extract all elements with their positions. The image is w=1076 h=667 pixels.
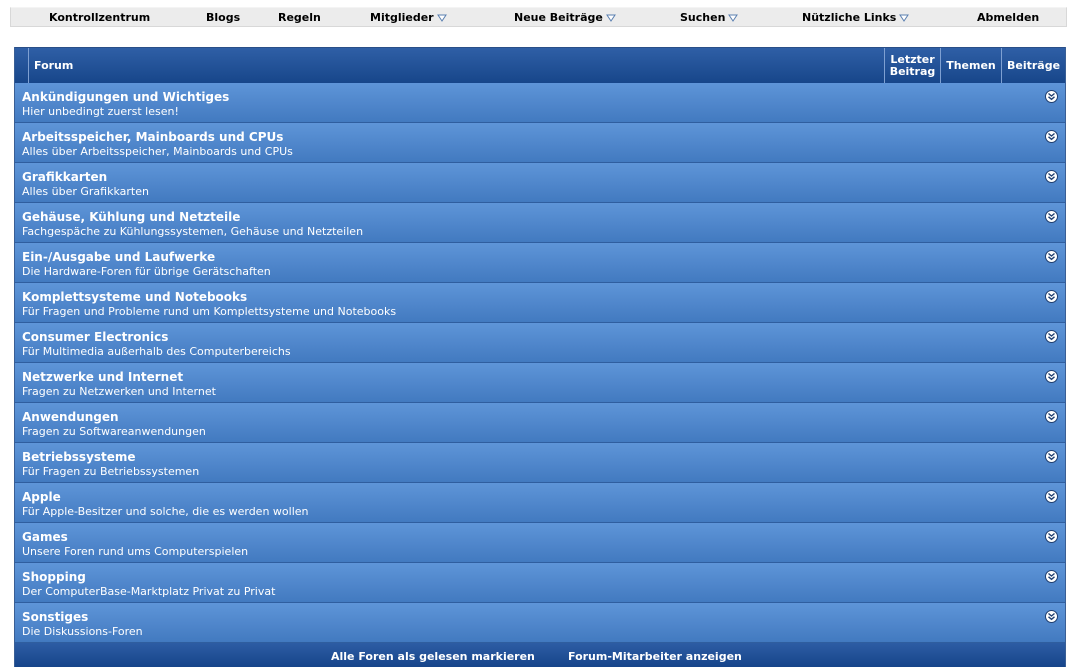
nav-label: Suchen [680, 11, 726, 24]
forum-description: Unsere Foren rund ums Computerspielen [22, 545, 249, 558]
forum-row[interactable]: Betriebssysteme Für Fragen zu Betriebssys… [15, 443, 1065, 483]
collapse-icon[interactable] [1045, 450, 1058, 463]
header-threads-label: Themen [946, 58, 996, 72]
forum-title-link[interactable]: Ankündigungen und Wichtiges [22, 90, 229, 104]
top-navbar: Kontrollzentrum Blogs Regeln Mitglieder … [10, 7, 1067, 27]
forum-title-link[interactable]: Netzwerke und Internet [22, 370, 183, 384]
collapse-icon[interactable] [1045, 250, 1058, 263]
forum-description: Für Multimedia außerhalb des Computerber… [22, 345, 291, 358]
collapse-icon[interactable] [1045, 170, 1058, 183]
forum-row[interactable]: Consumer Electronics Für Multimedia außer… [15, 323, 1065, 363]
forum-title-link[interactable]: Grafikkarten [22, 170, 107, 184]
forum-row[interactable]: Komplettsysteme und Notebooks Für Fragen … [15, 283, 1065, 323]
forum-title-link[interactable]: Sonstiges [22, 610, 88, 624]
nav-label: Nützliche Links [802, 11, 897, 24]
forum-description: Fragen zu Netzwerken und Internet [22, 385, 216, 398]
collapse-icon[interactable] [1045, 370, 1058, 383]
collapse-icon[interactable] [1045, 410, 1058, 423]
forum-title-link[interactable]: Consumer Electronics [22, 330, 168, 344]
forum-title-link[interactable]: Apple [22, 490, 61, 504]
forum-description: Die Diskussions-Foren [22, 625, 143, 638]
forum-description: Die Hardware-Foren für übrige Gerätschaf… [22, 265, 271, 278]
nav-label: Regeln [278, 11, 321, 24]
forum-description: Fachgespäche zu Kühlungssystemen, Gehäus… [22, 225, 364, 238]
collapse-icon[interactable] [1045, 210, 1058, 223]
forum-row[interactable]: Apple Für Apple-Besitzer und solche, die … [15, 483, 1065, 523]
forum-description: Hier unbedingt zuerst lesen! [22, 105, 179, 118]
forum-title-link[interactable]: Betriebssysteme [22, 450, 136, 464]
collapse-icon[interactable] [1045, 610, 1058, 623]
nav-mitglieder[interactable]: Mitglieder [370, 8, 447, 27]
forum-description: Alles über Arbeitsspeicher, Mainboards u… [22, 145, 293, 158]
collapse-icon[interactable] [1045, 130, 1058, 143]
mark-all-read-link[interactable]: Alle Foren als gelesen markieren [331, 650, 535, 663]
forum-description: Für Fragen zu Betriebssystemen [22, 465, 200, 478]
nav-nuetzliche-links[interactable]: Nützliche Links [802, 8, 910, 27]
forum-row[interactable]: Ankündigungen und Wichtiges Hier unbeding… [15, 83, 1065, 123]
nav-label: Blogs [206, 11, 241, 24]
forum-description: Für Apple-Besitzer und solche, die es we… [22, 505, 309, 518]
header-forum-label: Forum [34, 58, 74, 72]
nav-regeln[interactable]: Regeln [278, 8, 321, 27]
collapse-icon[interactable] [1045, 90, 1058, 103]
header-status-column [15, 48, 28, 83]
header-posts-label: Beiträge [1006, 58, 1061, 72]
nav-label: Neue Beiträge [514, 11, 603, 24]
forum-row[interactable]: Anwendungen Fragen zu Softwareanwendungen [15, 403, 1065, 443]
nav-label: Abmelden [977, 11, 1040, 24]
header-last-post: Letzter Beitrag [884, 48, 940, 83]
show-staff-link[interactable]: Forum-Mitarbeiter anzeigen [568, 650, 742, 663]
forum-row[interactable]: Arbeitsspeicher, Mainboards und CPUs Alle… [15, 123, 1065, 163]
forum-title-link[interactable]: Komplettsysteme und Notebooks [22, 290, 247, 304]
forum-row[interactable]: Sonstiges Die Diskussions-Foren [15, 603, 1065, 643]
forum-description: Der ComputerBase-Marktplatz Privat zu Pr… [22, 585, 276, 598]
collapse-icon[interactable] [1045, 490, 1058, 503]
forum-row[interactable]: Shopping Der ComputerBase-Marktplatz Priv… [15, 563, 1065, 603]
collapse-icon[interactable] [1045, 530, 1058, 543]
forum-row[interactable]: Netzwerke und Internet Fragen zu Netzwerk… [15, 363, 1065, 403]
header-forum: Forum [28, 48, 884, 83]
nav-blogs[interactable]: Blogs [206, 8, 240, 27]
forum-title-link[interactable]: Shopping [22, 570, 86, 584]
nav-label: Mitglieder [370, 11, 434, 24]
triangle-down-icon [605, 14, 616, 22]
table-footer: Alle Foren als gelesen markieren Forum-M… [15, 643, 1065, 667]
header-posts: Beiträge [1001, 48, 1065, 83]
forum-title-link[interactable]: Ein-/Ausgabe und Laufwerke [22, 250, 215, 264]
collapse-icon[interactable] [1045, 570, 1058, 583]
forum-title-link[interactable]: Anwendungen [22, 410, 119, 424]
forum-description: Für Fragen und Probleme rund um Komplett… [22, 305, 397, 318]
nav-suchen[interactable]: Suchen [680, 8, 739, 27]
nav-label: Kontrollzentrum [49, 11, 151, 24]
header-threads: Themen [940, 48, 1001, 83]
forum-description: Alles über Grafikkarten [22, 185, 149, 198]
table-header: Forum Letzter Beitrag Themen Beiträge [15, 47, 1065, 83]
forum-title-link[interactable]: Gehäuse, Kühlung und Netzteile [22, 210, 240, 224]
collapse-icon[interactable] [1045, 290, 1058, 303]
forum-row[interactable]: Games Unsere Foren rund ums Computerspiel… [15, 523, 1065, 563]
forum-description: Fragen zu Softwareanwendungen [22, 425, 206, 438]
forum-row[interactable]: Grafikkarten Alles über Grafikkarten [15, 163, 1065, 203]
triangle-down-icon [899, 14, 910, 22]
forum-row[interactable]: Gehäuse, Kühlung und Netzteile Fachgespäc… [15, 203, 1065, 243]
nav-neue-beitraege[interactable]: Neue Beiträge [514, 8, 616, 27]
triangle-down-icon [728, 14, 739, 22]
forum-row[interactable]: Ein-/Ausgabe und Laufwerke Die Hardware-F… [15, 243, 1065, 283]
collapse-icon[interactable] [1045, 330, 1058, 343]
forum-title-link[interactable]: Arbeitsspeicher, Mainboards und CPUs [22, 130, 283, 144]
header-last-post-label: Letzter [890, 52, 935, 66]
header-last-post-label: Beitrag [889, 64, 936, 78]
forum-title-link[interactable]: Games [22, 530, 68, 544]
forum-table: Forum Letzter Beitrag Themen Beiträge An… [14, 47, 1066, 667]
triangle-down-icon [436, 14, 447, 22]
nav-abmelden[interactable]: Abmelden [977, 8, 1039, 27]
nav-kontrollzentrum[interactable]: Kontrollzentrum [49, 8, 150, 27]
